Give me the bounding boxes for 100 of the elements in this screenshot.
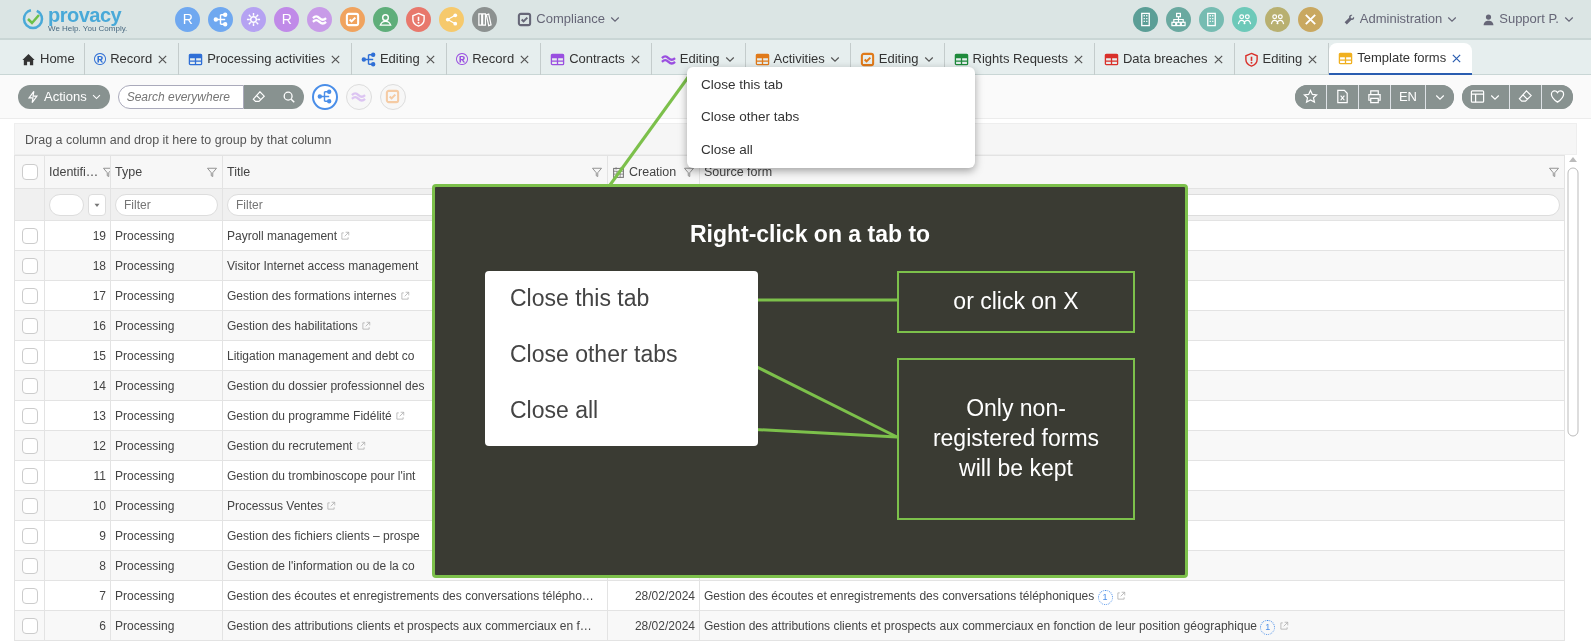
user-menu[interactable]: Support P. — [1478, 9, 1579, 29]
row-checkbox[interactable] — [21, 467, 38, 484]
type-text: Processing — [115, 258, 175, 273]
id-text: 9 — [99, 528, 106, 543]
heart-icon — [1550, 89, 1565, 104]
type-text: Processing — [115, 498, 175, 513]
select-all-checkbox[interactable] — [21, 164, 38, 180]
type-text: Processing — [115, 468, 175, 483]
title-link[interactable]: Gestion des habilitations — [227, 318, 358, 333]
title-link[interactable]: Gestion du programme Fidélité — [227, 408, 392, 423]
module-button[interactable] — [1231, 6, 1257, 32]
row-checkbox[interactable] — [21, 587, 38, 604]
row-checkbox[interactable] — [21, 527, 38, 544]
operator-dropdown[interactable] — [88, 193, 106, 216]
module-button[interactable] — [1132, 6, 1158, 32]
administration-menu[interactable]: Administration — [1338, 9, 1463, 29]
row-checkbox[interactable] — [21, 437, 38, 454]
row-checkbox[interactable] — [21, 257, 38, 274]
row-checkbox[interactable] — [21, 377, 38, 394]
logo-text: provacy — [48, 5, 123, 25]
type-text: Processing — [115, 228, 175, 243]
type-text: Processing — [115, 378, 175, 393]
id-text: 18 — [92, 258, 106, 273]
source-form-link[interactable]: Gestion des attributions clients et prospects aux commerciaux en fonction de leur position géographique — [704, 618, 1257, 633]
filter-icon — [206, 166, 218, 178]
eraser-icon — [1518, 89, 1533, 104]
module-button[interactable] — [1264, 6, 1290, 32]
filter-icon — [1548, 166, 1560, 178]
checkbox-icon — [345, 11, 361, 27]
clear-button[interactable] — [243, 84, 274, 109]
module-button[interactable] — [307, 6, 333, 32]
title-link[interactable]: Gestion des formations internes — [227, 288, 397, 303]
filter-icon — [683, 166, 695, 178]
callout-title: Right-click on a tab to — [688, 220, 932, 249]
filter-icon — [591, 166, 603, 178]
title-link[interactable]: Gestion du recrutement — [227, 438, 353, 453]
column-header[interactable]: Title — [227, 162, 251, 182]
person-icon — [378, 11, 394, 27]
note-box: Only non-registered forms will be kept — [897, 358, 1135, 520]
flow-diagram-icon — [213, 11, 229, 27]
note-box: or click on X — [897, 271, 1135, 333]
row-checkbox[interactable] — [21, 557, 38, 574]
type-text: Processing — [115, 318, 175, 333]
registered-icon: ® — [93, 50, 107, 68]
type-text: Processing — [115, 288, 175, 303]
view-button[interactable] — [311, 83, 338, 110]
row-checkbox[interactable] — [21, 617, 38, 634]
printer-icon — [1366, 89, 1382, 104]
people-icon — [1236, 11, 1252, 27]
row-checkbox[interactable] — [21, 317, 38, 334]
module-button[interactable] — [406, 6, 432, 32]
module-button[interactable] — [1198, 6, 1224, 32]
row-checkbox[interactable] — [21, 347, 38, 364]
tab[interactable]: Template forms — [1329, 43, 1473, 75]
id-text: 13 — [92, 408, 106, 423]
column-header[interactable]: Type — [115, 162, 143, 182]
type-text: Processing — [115, 438, 175, 453]
shield-icon — [411, 11, 427, 27]
module-button[interactable] — [472, 6, 498, 32]
spreadsheet-icon — [1334, 89, 1350, 104]
filter-field[interactable]: Filter — [115, 193, 218, 216]
row-checkbox[interactable] — [21, 287, 38, 304]
row-checkbox[interactable] — [21, 497, 38, 514]
type-text: Processing — [115, 558, 175, 573]
row-checkbox[interactable] — [21, 407, 38, 424]
registered-icon: ® — [455, 50, 469, 68]
eraser-icon — [251, 89, 266, 104]
id-text: 12 — [92, 438, 106, 453]
id-text: 8 — [99, 558, 106, 573]
share-icon — [444, 11, 460, 27]
module-button[interactable] — [373, 6, 399, 32]
search-field[interactable]: Search everywhere — [117, 84, 244, 109]
logo-icon — [22, 8, 44, 30]
favorite-button[interactable] — [1541, 84, 1573, 109]
number-filter-field[interactable] — [49, 193, 85, 216]
org-chart-icon — [1170, 11, 1186, 27]
module-button[interactable] — [1165, 6, 1191, 32]
title-link[interactable]: Payroll management — [227, 228, 338, 243]
date-text: 28/02/2024 — [634, 618, 695, 633]
module-button[interactable] — [1297, 6, 1323, 32]
id-text: 14 — [92, 378, 106, 393]
compliance-menu[interactable]: Compliance — [513, 9, 625, 29]
dropdown-button[interactable] — [1425, 84, 1454, 109]
search-button[interactable] — [273, 84, 304, 109]
people-icon — [1269, 11, 1285, 27]
module-button[interactable] — [208, 6, 234, 32]
title-link[interactable]: Processus Ventes — [227, 498, 324, 513]
date-text: 28/02/2024 — [634, 588, 695, 603]
row-checkbox[interactable] — [21, 227, 38, 244]
layout-icon — [1470, 89, 1485, 104]
module-button[interactable] — [241, 6, 267, 32]
type-text: Processing — [115, 588, 175, 603]
module-button[interactable] — [439, 6, 465, 32]
module-button[interactable] — [340, 6, 366, 32]
type-text: Processing — [115, 528, 175, 543]
id-text: 6 — [99, 618, 106, 633]
id-text: 10 — [92, 498, 106, 513]
title-link[interactable]: Litigation management and debt co — [227, 348, 415, 363]
id-text: 11 — [93, 468, 106, 483]
source-form-link[interactable]: Gestion des écoutes et enregistrements des conversations téléphoniques — [704, 588, 1095, 603]
